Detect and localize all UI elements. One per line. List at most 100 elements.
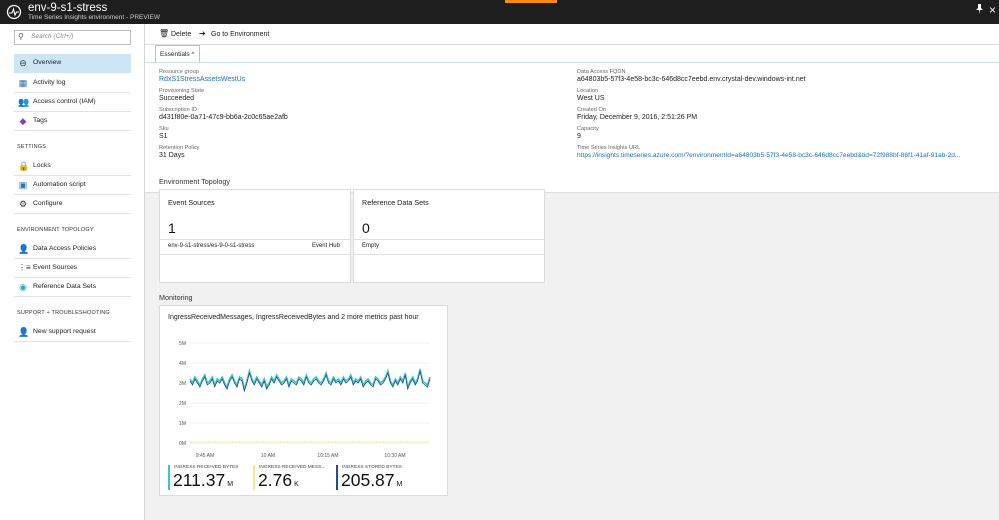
metric-unit: M — [396, 481, 403, 488]
metrics-line-chart: 5M 4M 3M 2M 1M 0M 9:45 AM 10 AM 10:15 AM 10:30 AM — [179, 341, 431, 459]
data-access-policies-icon: 👤 — [18, 244, 30, 254]
sidebar-item-label: Activity log — [33, 79, 66, 86]
arrow-right-circle-icon: ➔ — [199, 29, 206, 38]
retention-policy-value: 31 Days — [159, 152, 185, 159]
resource-group-link[interactable]: RdxS1StressAssetsWestUs — [159, 76, 245, 83]
sidebar-item-data-access-policies[interactable]: 👤 Data Access Policies — [14, 240, 131, 259]
window-title: env-9-s1-stress — [28, 2, 108, 14]
event-sources-icon: ⋮≡ — [18, 263, 31, 272]
reference-data-sets-icon: ◉ — [19, 282, 27, 292]
y-tick-label: 3M — [179, 381, 186, 387]
go-to-environment-label: Go to Environment — [211, 31, 270, 38]
metric-value-wrap: 2.76 K — [258, 470, 299, 491]
reference-data-sets-card-title: Reference Data Sets — [362, 198, 429, 207]
metric-value-wrap: 205.87 M — [341, 470, 402, 491]
sidebar-item-label: Data Access Policies — [33, 245, 97, 252]
card-divider — [354, 254, 544, 255]
y-tick-label: 0M — [179, 441, 186, 447]
sidebar-item-tags[interactable]: ◆ Tags — [14, 112, 131, 131]
support-request-icon: 👤 — [18, 327, 30, 337]
environment-topology-title: Environment Topology — [159, 177, 230, 186]
subscription-id-label: Subscription ID — [159, 107, 197, 113]
sidebar-item-label: Locks — [33, 162, 51, 169]
y-tick-label: 1M — [179, 421, 186, 427]
sidebar-item-overview[interactable]: ⊖ Overview — [14, 54, 131, 73]
sidebar-item-event-sources[interactable]: ⋮≡ Event Sources — [14, 259, 131, 278]
sidebar-item-label: Tags — [33, 117, 48, 124]
go-to-environment-button[interactable]: ➔ Go to Environment — [199, 29, 269, 38]
resource-group-label: Resource group — [159, 69, 199, 75]
monitoring-chart-card[interactable]: IngressReceivedMessages, IngressReceived… — [159, 305, 448, 496]
tag-icon: ◆ — [19, 116, 27, 126]
card-divider — [160, 254, 350, 255]
sidebar-item-new-support-request[interactable]: 👤 New support request — [14, 323, 131, 342]
x-tick-label: 10:15 AM — [317, 453, 338, 459]
tsi-url-link[interactable]: https://insights.timeseries.azure.com/?e… — [577, 152, 960, 159]
gear-icon: ⚙ — [18, 199, 28, 209]
essentials-panel: Essentials ^ Resource group RdxS1StressA… — [145, 45, 999, 193]
support-section-header: SUPPORT + TROUBLESHOOTING — [17, 310, 110, 316]
monitoring-title: Monitoring — [159, 293, 193, 302]
metric-value: 2.76 — [258, 470, 293, 490]
topology-section-header: ENVIRONMENT TOPOLOGY — [17, 227, 94, 233]
sidebar-item-reference-data-sets[interactable]: ◉ Reference Data Sets — [14, 278, 131, 297]
x-tick-label: 9:45 AM — [196, 453, 214, 459]
delete-label: Delete — [171, 31, 192, 38]
lock-icon: 🔒 — [18, 161, 30, 171]
close-button[interactable]: × — [989, 3, 996, 17]
essentials-label: Essentials — [160, 51, 190, 58]
tsi-url-label: Time Series Insights URL — [577, 145, 641, 151]
retention-policy-label: Retention Policy — [159, 145, 200, 151]
automation-script-icon: ▣ — [18, 180, 28, 190]
sidebar-item-activity-log[interactable]: ▦ Activity log — [14, 74, 131, 93]
title-bar: env-9-s1-stress Time Series Insights env… — [0, 0, 999, 24]
pin-icon[interactable] — [975, 4, 984, 14]
event-sources-card[interactable]: Event Sources 1 env-9-s1-stress/es-9-0-s… — [159, 189, 351, 283]
created-on-label: Created On — [577, 107, 606, 113]
card-divider — [354, 239, 544, 240]
subscription-id-value: d431f80e-0a71-47c9-bb6a-2c0c65ae2afb — [159, 114, 288, 121]
sku-label: Sku — [159, 126, 169, 132]
search-box[interactable]: ⚲ Search (Ctrl+/) — [14, 30, 131, 45]
metric-value: 205.87 — [341, 470, 395, 490]
delete-button[interactable]: 🗑 Delete — [159, 29, 191, 38]
sidebar-item-label: Access control (IAM) — [33, 98, 96, 105]
created-on-value: Friday, December 9, 2016, 2:51:26 PM — [577, 114, 698, 121]
x-tick-label: 10:30 AM — [384, 453, 405, 459]
search-input[interactable]: Search (Ctrl+/) — [31, 33, 73, 40]
sidebar-item-label: New support request — [33, 328, 96, 335]
location-label: Location — [577, 88, 599, 94]
metric-unit: K — [294, 481, 299, 488]
event-source-name[interactable]: env-9-s1-stress/es-9-0-s1-stress — [168, 243, 254, 249]
event-source-type: Event Hub — [311, 243, 340, 249]
sku-value: S1 — [159, 133, 168, 140]
location-value: West US — [577, 95, 605, 102]
metric-value-wrap: 211.37 M — [173, 470, 233, 491]
search-icon: ⚲ — [18, 32, 24, 41]
metric-color-bar — [336, 465, 338, 490]
sidebar-item-automation-script[interactable]: ▣ Automation script — [14, 176, 131, 195]
settings-section-header: SETTINGS — [17, 144, 47, 150]
essentials-toggle[interactable]: Essentials ^ — [155, 45, 200, 63]
sidebar: ⚲ Search (Ctrl+/) ⊖ Overview ▦ Activity … — [0, 24, 145, 520]
sidebar-item-label: Event Sources — [33, 264, 78, 271]
sidebar-item-locks[interactable]: 🔒 Locks — [14, 157, 131, 176]
series-line-0 — [189, 368, 431, 393]
y-tick-label: 4M — [179, 361, 186, 367]
sidebar-item-configure[interactable]: ⚙ Configure — [14, 195, 131, 214]
activity-log-icon: ▦ — [18, 78, 28, 88]
reference-data-sets-count: 0 — [362, 220, 370, 236]
window-subtitle: Time Series Insights environment - PREVI… — [28, 14, 160, 21]
accent-bar — [505, 0, 557, 3]
data-access-fqdn-value: a64803b5-57f3-4e58-bc3c-646d8cc7eebd.env… — [577, 76, 806, 83]
sidebar-item-access-control[interactable]: 👥 Access control (IAM) — [14, 93, 131, 112]
sidebar-item-label: Automation script — [33, 181, 86, 188]
chevron-up-icon: ^ — [191, 51, 195, 58]
sidebar-item-label: Overview — [33, 59, 62, 66]
overview-icon: ⊖ — [19, 58, 27, 68]
card-divider — [160, 239, 350, 240]
reference-data-sets-card[interactable]: Reference Data Sets 0 Empty — [353, 189, 545, 283]
metric-value: 211.37 — [173, 470, 226, 490]
capacity-value: 9 — [577, 133, 581, 140]
event-sources-card-title: Event Sources — [168, 198, 215, 207]
